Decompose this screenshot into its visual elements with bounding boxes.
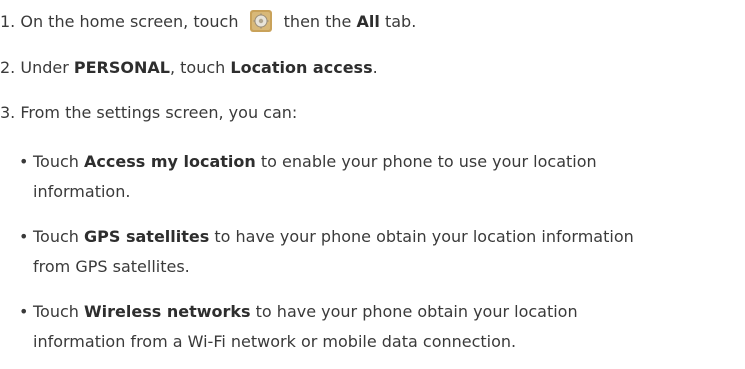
bullet-item: • Touch Access my location to enable your… xyxy=(19,152,597,172)
step-2-text-a: Under xyxy=(20,58,69,77)
bullet-text: to enable your phone to use your locatio… xyxy=(260,152,597,171)
bullet-text: to have your phone obtain your location … xyxy=(214,227,634,246)
step-3: 3. From the settings screen, you can: xyxy=(0,103,297,123)
bullet-continuation: information from a Wi-Fi network or mobi… xyxy=(33,332,516,352)
step-1-number: 1. xyxy=(0,12,16,31)
bullet-text-line-2: from GPS satellites. xyxy=(33,257,190,276)
step-1-text-a: On the home screen, touch xyxy=(20,12,239,31)
all-tab-label: All xyxy=(356,12,380,31)
bullet-mark: • xyxy=(19,152,29,171)
settings-app-icon xyxy=(249,10,272,32)
bullet-item: • Touch Wireless networks to have your ph… xyxy=(19,302,578,322)
bullet-text-line-2: information from a Wi-Fi network or mobi… xyxy=(33,332,517,351)
gps-satellites-label: GPS satellites xyxy=(84,227,210,246)
step-1-text-c: tab. xyxy=(384,12,417,31)
personal-label: PERSONAL xyxy=(73,58,170,77)
step-1: 1. On the home screen, touch then the Al… xyxy=(0,10,416,32)
step-1-text-b: then the xyxy=(283,12,352,31)
bullet-mark: • xyxy=(19,227,29,246)
bullet-text-line-2: information. xyxy=(33,182,131,201)
bullet-continuation: from GPS satellites. xyxy=(33,257,190,277)
bullet-prefix: Touch xyxy=(33,302,79,321)
bullet-text: to have your phone obtain your location xyxy=(255,302,578,321)
step-3-text: From the settings screen, you can: xyxy=(20,103,298,122)
bullet-continuation: information. xyxy=(33,182,130,202)
step-2-text-b: , touch xyxy=(169,58,226,77)
access-my-location-label: Access my location xyxy=(84,152,256,171)
step-2-text-c: . xyxy=(372,58,378,77)
step-3-number: 3. xyxy=(0,103,16,122)
location-access-label: Location access xyxy=(230,58,373,77)
bullet-prefix: Touch xyxy=(33,227,79,246)
bullet-mark: • xyxy=(19,302,29,321)
step-2: 2. Under PERSONAL, touch Location access… xyxy=(0,58,378,78)
step-2-number: 2. xyxy=(0,58,16,77)
wireless-networks-label: Wireless networks xyxy=(84,302,251,321)
bullet-item: • Touch GPS satellites to have your phone… xyxy=(19,227,634,247)
bullet-prefix: Touch xyxy=(33,152,79,171)
